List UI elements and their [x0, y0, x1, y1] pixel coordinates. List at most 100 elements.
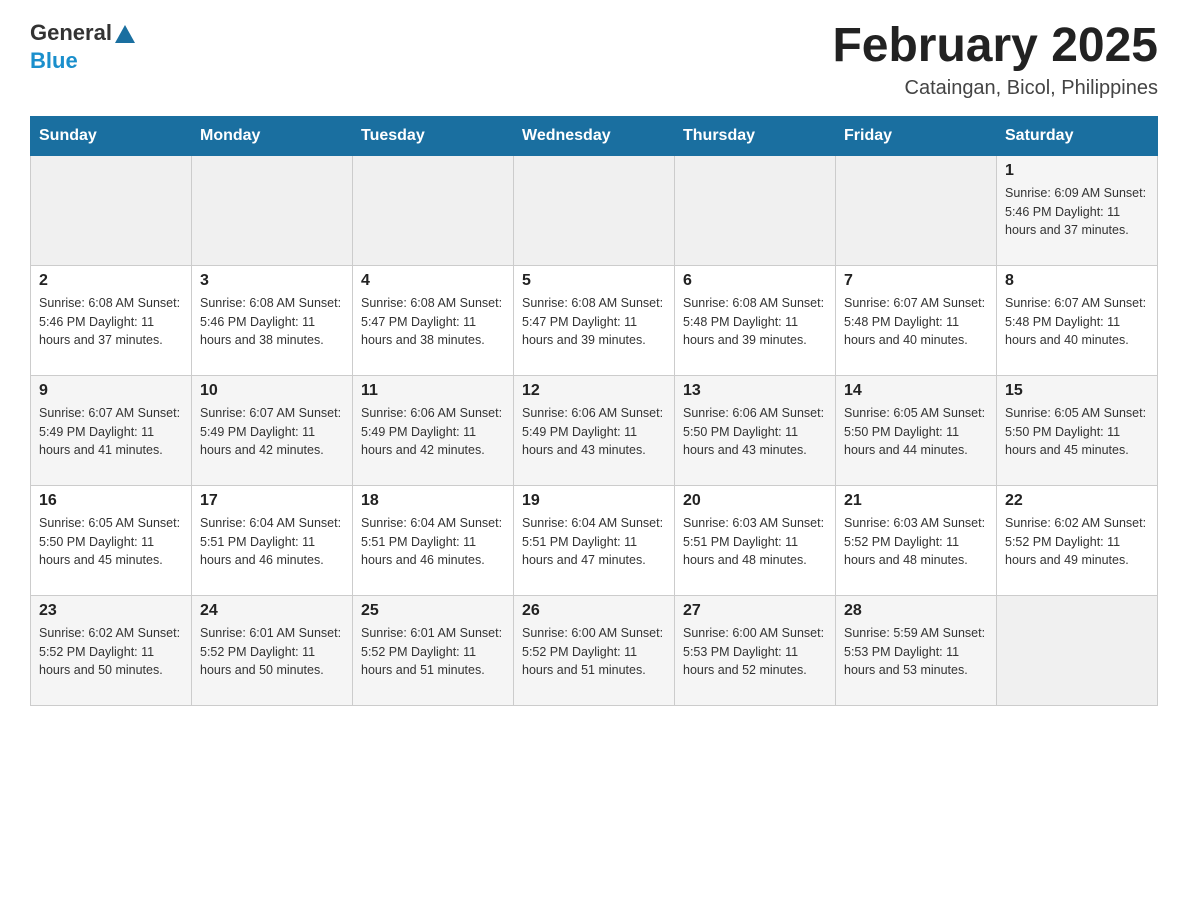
day-info: Sunrise: 6:01 AM Sunset: 5:52 PM Dayligh… [361, 624, 505, 680]
table-cell [31, 155, 192, 265]
day-info: Sunrise: 6:04 AM Sunset: 5:51 PM Dayligh… [200, 514, 344, 570]
title-area: February 2025 Cataingan, Bicol, Philippi… [832, 20, 1158, 100]
logo: General Blue [30, 20, 135, 74]
day-number: 18 [361, 492, 505, 510]
table-cell [192, 155, 353, 265]
day-number: 17 [200, 492, 344, 510]
day-info: Sunrise: 6:04 AM Sunset: 5:51 PM Dayligh… [522, 514, 666, 570]
table-cell: 27 Sunrise: 6:00 AM Sunset: 5:53 PM Dayli… [675, 595, 836, 705]
table-cell [675, 155, 836, 265]
week-row-1: 1 Sunrise: 6:09 AM Sunset: 5:46 PM Daylig… [31, 155, 1158, 265]
day-number: 5 [522, 272, 666, 290]
col-tuesday: Tuesday [353, 116, 514, 155]
table-cell: 26 Sunrise: 6:00 AM Sunset: 5:52 PM Dayli… [514, 595, 675, 705]
calendar-header-row: Sunday Monday Tuesday Wednesday Thursday… [31, 116, 1158, 155]
day-info: Sunrise: 6:05 AM Sunset: 5:50 PM Dayligh… [844, 404, 988, 460]
day-number: 27 [683, 602, 827, 620]
day-info: Sunrise: 6:06 AM Sunset: 5:49 PM Dayligh… [361, 404, 505, 460]
day-number: 13 [683, 382, 827, 400]
table-cell: 5 Sunrise: 6:08 AM Sunset: 5:47 PM Daylig… [514, 265, 675, 375]
day-info: Sunrise: 6:01 AM Sunset: 5:52 PM Dayligh… [200, 624, 344, 680]
table-cell [353, 155, 514, 265]
calendar-table: Sunday Monday Tuesday Wednesday Thursday… [30, 116, 1158, 706]
day-info: Sunrise: 5:59 AM Sunset: 5:53 PM Dayligh… [844, 624, 988, 680]
week-row-3: 9Sunrise: 6:07 AM Sunset: 5:49 PM Daylig… [31, 375, 1158, 485]
table-cell: 4 Sunrise: 6:08 AM Sunset: 5:47 PM Daylig… [353, 265, 514, 375]
table-cell: 15 Sunrise: 6:05 AM Sunset: 5:50 PM Dayli… [997, 375, 1158, 485]
day-info: Sunrise: 6:08 AM Sunset: 5:47 PM Dayligh… [522, 294, 666, 350]
table-cell: 3Sunrise: 6:08 AM Sunset: 5:46 PM Daylig… [192, 265, 353, 375]
day-info: Sunrise: 6:02 AM Sunset: 5:52 PM Dayligh… [1005, 514, 1149, 570]
day-number: 6 [683, 272, 827, 290]
table-cell: 16Sunrise: 6:05 AM Sunset: 5:50 PM Dayli… [31, 485, 192, 595]
day-number: 26 [522, 602, 666, 620]
table-cell: 11Sunrise: 6:06 AM Sunset: 5:49 PM Dayli… [353, 375, 514, 485]
day-number: 10 [200, 382, 344, 400]
day-number: 12 [522, 382, 666, 400]
col-saturday: Saturday [997, 116, 1158, 155]
day-number: 22 [1005, 492, 1149, 510]
day-info: Sunrise: 6:03 AM Sunset: 5:51 PM Dayligh… [683, 514, 827, 570]
table-cell: 9Sunrise: 6:07 AM Sunset: 5:49 PM Daylig… [31, 375, 192, 485]
day-number: 23 [39, 602, 183, 620]
week-row-5: 23 Sunrise: 6:02 AM Sunset: 5:52 PM Dayli… [31, 595, 1158, 705]
day-number: 7 [844, 272, 988, 290]
table-cell: 21 Sunrise: 6:03 AM Sunset: 5:52 PM Dayli… [836, 485, 997, 595]
table-cell: 7 Sunrise: 6:07 AM Sunset: 5:48 PM Daylig… [836, 265, 997, 375]
col-friday: Friday [836, 116, 997, 155]
day-info: Sunrise: 6:06 AM Sunset: 5:50 PM Dayligh… [683, 404, 827, 460]
table-cell: 24 Sunrise: 6:01 AM Sunset: 5:52 PM Dayli… [192, 595, 353, 705]
day-number: 20 [683, 492, 827, 510]
logo-triangle-icon [115, 25, 135, 43]
day-info: Sunrise: 6:07 AM Sunset: 5:49 PM Dayligh… [200, 404, 344, 460]
day-info: Sunrise: 6:02 AM Sunset: 5:52 PM Dayligh… [39, 624, 183, 680]
table-cell: 17 Sunrise: 6:04 AM Sunset: 5:51 PM Dayli… [192, 485, 353, 595]
day-info: Sunrise: 6:06 AM Sunset: 5:49 PM Dayligh… [522, 404, 666, 460]
table-cell [514, 155, 675, 265]
logo-general-text: General [30, 20, 112, 46]
table-cell: 2 Sunrise: 6:08 AM Sunset: 5:46 PM Daylig… [31, 265, 192, 375]
table-cell: 28 Sunrise: 5:59 AM Sunset: 5:53 PM Dayli… [836, 595, 997, 705]
col-wednesday: Wednesday [514, 116, 675, 155]
day-number: 2 [39, 272, 183, 290]
table-cell: 13 Sunrise: 6:06 AM Sunset: 5:50 PM Dayli… [675, 375, 836, 485]
day-info: Sunrise: 6:05 AM Sunset: 5:50 PM Dayligh… [1005, 404, 1149, 460]
table-cell: 14Sunrise: 6:05 AM Sunset: 5:50 PM Dayli… [836, 375, 997, 485]
table-cell [836, 155, 997, 265]
col-monday: Monday [192, 116, 353, 155]
location-subtitle: Cataingan, Bicol, Philippines [832, 77, 1158, 100]
month-year-title: February 2025 [832, 20, 1158, 73]
table-cell: 25 Sunrise: 6:01 AM Sunset: 5:52 PM Dayli… [353, 595, 514, 705]
table-cell: 1 Sunrise: 6:09 AM Sunset: 5:46 PM Daylig… [997, 155, 1158, 265]
day-info: Sunrise: 6:00 AM Sunset: 5:53 PM Dayligh… [683, 624, 827, 680]
day-info: Sunrise: 6:07 AM Sunset: 5:49 PM Dayligh… [39, 404, 183, 460]
day-info: Sunrise: 6:03 AM Sunset: 5:52 PM Dayligh… [844, 514, 988, 570]
week-row-2: 2 Sunrise: 6:08 AM Sunset: 5:46 PM Daylig… [31, 265, 1158, 375]
table-cell: 8 Sunrise: 6:07 AM Sunset: 5:48 PM Daylig… [997, 265, 1158, 375]
day-number: 28 [844, 602, 988, 620]
day-number: 24 [200, 602, 344, 620]
day-number: 3 [200, 272, 344, 290]
day-info: Sunrise: 6:09 AM Sunset: 5:46 PM Dayligh… [1005, 184, 1149, 240]
table-cell [997, 595, 1158, 705]
table-cell: 10 Sunrise: 6:07 AM Sunset: 5:49 PM Dayli… [192, 375, 353, 485]
day-number: 15 [1005, 382, 1149, 400]
day-number: 16 [39, 492, 183, 510]
week-row-4: 16Sunrise: 6:05 AM Sunset: 5:50 PM Dayli… [31, 485, 1158, 595]
day-info: Sunrise: 6:08 AM Sunset: 5:46 PM Dayligh… [39, 294, 183, 350]
table-cell: 19Sunrise: 6:04 AM Sunset: 5:51 PM Dayli… [514, 485, 675, 595]
table-cell: 20 Sunrise: 6:03 AM Sunset: 5:51 PM Dayli… [675, 485, 836, 595]
day-number: 25 [361, 602, 505, 620]
day-info: Sunrise: 6:08 AM Sunset: 5:47 PM Dayligh… [361, 294, 505, 350]
day-number: 4 [361, 272, 505, 290]
day-info: Sunrise: 6:00 AM Sunset: 5:52 PM Dayligh… [522, 624, 666, 680]
day-info: Sunrise: 6:07 AM Sunset: 5:48 PM Dayligh… [844, 294, 988, 350]
day-number: 8 [1005, 272, 1149, 290]
page-header: General Blue February 2025 Cataingan, Bi… [30, 20, 1158, 100]
day-info: Sunrise: 6:07 AM Sunset: 5:48 PM Dayligh… [1005, 294, 1149, 350]
day-number: 1 [1005, 162, 1149, 180]
table-cell: 18Sunrise: 6:04 AM Sunset: 5:51 PM Dayli… [353, 485, 514, 595]
col-sunday: Sunday [31, 116, 192, 155]
table-cell: 6Sunrise: 6:08 AM Sunset: 5:48 PM Daylig… [675, 265, 836, 375]
day-number: 21 [844, 492, 988, 510]
